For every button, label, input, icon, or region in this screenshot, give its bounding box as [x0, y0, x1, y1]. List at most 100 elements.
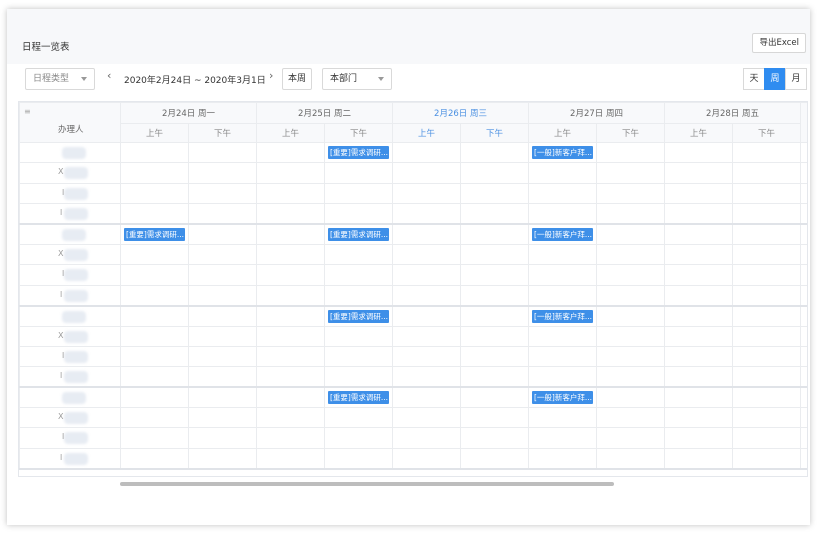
slot-cell[interactable] [392, 345, 461, 368]
slot-cell[interactable] [732, 182, 801, 205]
slot-cell[interactable] [528, 264, 597, 286]
slot-cell[interactable] [664, 182, 733, 205]
slot-cell[interactable] [664, 366, 733, 389]
slot-cell[interactable] [256, 407, 325, 429]
slot-cell[interactable] [120, 407, 189, 429]
slot-cell[interactable] [596, 427, 665, 449]
this-week-button[interactable]: 本周 [282, 68, 312, 90]
slot-cell[interactable] [460, 182, 529, 205]
slot-cell[interactable] [528, 325, 597, 347]
slot-cell[interactable] [256, 447, 325, 470]
slot-cell[interactable] [256, 366, 325, 389]
slot-cell[interactable]: [重要]需求调研... [120, 223, 189, 245]
slot-cell[interactable] [528, 182, 597, 205]
slot-cell[interactable] [732, 141, 801, 164]
slot-cell[interactable] [732, 386, 801, 409]
slot-cell[interactable] [460, 243, 529, 266]
export-excel-button[interactable]: 导出Excel [752, 33, 806, 53]
slot-cell[interactable] [596, 182, 665, 205]
slot-cell[interactable] [528, 284, 597, 307]
slot-cell[interactable] [256, 325, 325, 347]
slot-cell[interactable] [460, 407, 529, 429]
slot-cell[interactable] [596, 141, 665, 164]
slot-cell[interactable] [664, 447, 733, 470]
slot-cell[interactable] [188, 284, 257, 307]
slot-cell[interactable] [324, 447, 393, 470]
slot-cell[interactable] [596, 366, 665, 389]
slot-cell[interactable] [188, 182, 257, 205]
slot-cell[interactable] [256, 345, 325, 368]
event-chip[interactable]: [一般]新客户拜... [532, 391, 593, 405]
slot-cell[interactable] [596, 325, 665, 347]
slot-cell[interactable] [392, 305, 461, 327]
slot-cell[interactable] [324, 284, 393, 307]
slot-cell[interactable] [188, 162, 257, 184]
slot-cell[interactable] [460, 141, 529, 164]
slot-cell[interactable] [664, 284, 733, 307]
slot-cell[interactable] [460, 345, 529, 368]
slot-cell[interactable] [392, 223, 461, 245]
slot-cell[interactable] [188, 407, 257, 429]
slot-cell[interactable] [596, 264, 665, 286]
slot-cell[interactable] [120, 427, 189, 449]
slot-cell[interactable] [664, 345, 733, 368]
slot-cell[interactable] [188, 325, 257, 347]
slot-cell[interactable] [664, 203, 733, 226]
slot-cell[interactable] [120, 305, 189, 327]
slot-cell[interactable]: [重要]需求调研... [324, 141, 393, 164]
slot-cell[interactable] [460, 264, 529, 286]
slot-cell[interactable] [528, 243, 597, 266]
slot-cell[interactable] [664, 162, 733, 184]
slot-cell[interactable] [324, 243, 393, 266]
slot-cell[interactable] [188, 203, 257, 226]
event-chip[interactable]: [一般]新客户拜... [532, 309, 593, 323]
slot-cell[interactable] [596, 223, 665, 245]
slot-cell[interactable] [732, 243, 801, 266]
event-chip[interactable]: [一般]新客户拜... [532, 146, 593, 160]
slot-cell[interactable] [664, 325, 733, 347]
slot-cell[interactable]: [一般]新客户拜... [528, 223, 597, 245]
slot-cell[interactable] [188, 345, 257, 368]
slot-cell[interactable] [120, 162, 189, 184]
slot-cell[interactable] [596, 243, 665, 266]
slot-cell[interactable] [596, 284, 665, 307]
slot-cell[interactable] [596, 305, 665, 327]
slot-cell[interactable] [392, 264, 461, 286]
slot-cell[interactable] [324, 162, 393, 184]
slot-cell[interactable]: [重要]需求调研... [324, 223, 393, 245]
slot-cell[interactable] [120, 366, 189, 389]
slot-cell[interactable] [528, 366, 597, 389]
slot-cell[interactable] [324, 203, 393, 226]
event-chip[interactable]: [重要]需求调研... [124, 228, 185, 241]
slot-cell[interactable] [188, 427, 257, 449]
slot-cell[interactable] [528, 162, 597, 184]
slot-cell[interactable] [664, 223, 733, 245]
slot-cell[interactable] [392, 427, 461, 449]
slot-cell[interactable] [120, 182, 189, 205]
slot-cell[interactable] [392, 284, 461, 307]
slot-cell[interactable] [120, 243, 189, 266]
slot-cell[interactable] [460, 447, 529, 470]
slot-cell[interactable] [120, 284, 189, 307]
slot-cell[interactable] [528, 345, 597, 368]
slot-cell[interactable] [188, 305, 257, 327]
slot-cell[interactable] [460, 284, 529, 307]
slot-cell[interactable] [528, 203, 597, 226]
slot-cell[interactable] [460, 386, 529, 409]
slot-cell[interactable] [732, 203, 801, 226]
slot-cell[interactable] [256, 264, 325, 286]
slot-cell[interactable] [392, 366, 461, 389]
slot-cell[interactable] [188, 141, 257, 164]
slot-cell[interactable] [732, 407, 801, 429]
slot-cell[interactable] [460, 223, 529, 245]
slot-cell[interactable] [256, 162, 325, 184]
slot-cell[interactable]: [重要]需求调研... [324, 305, 393, 327]
slot-cell[interactable] [460, 325, 529, 347]
slot-cell[interactable] [664, 264, 733, 286]
slot-cell[interactable] [324, 182, 393, 205]
slot-cell[interactable] [188, 366, 257, 389]
slot-cell[interactable] [664, 407, 733, 429]
slot-cell[interactable] [732, 325, 801, 347]
slot-cell[interactable]: [重要]需求调研... [324, 386, 393, 409]
event-chip[interactable]: [重要]需求调研... [328, 309, 389, 323]
